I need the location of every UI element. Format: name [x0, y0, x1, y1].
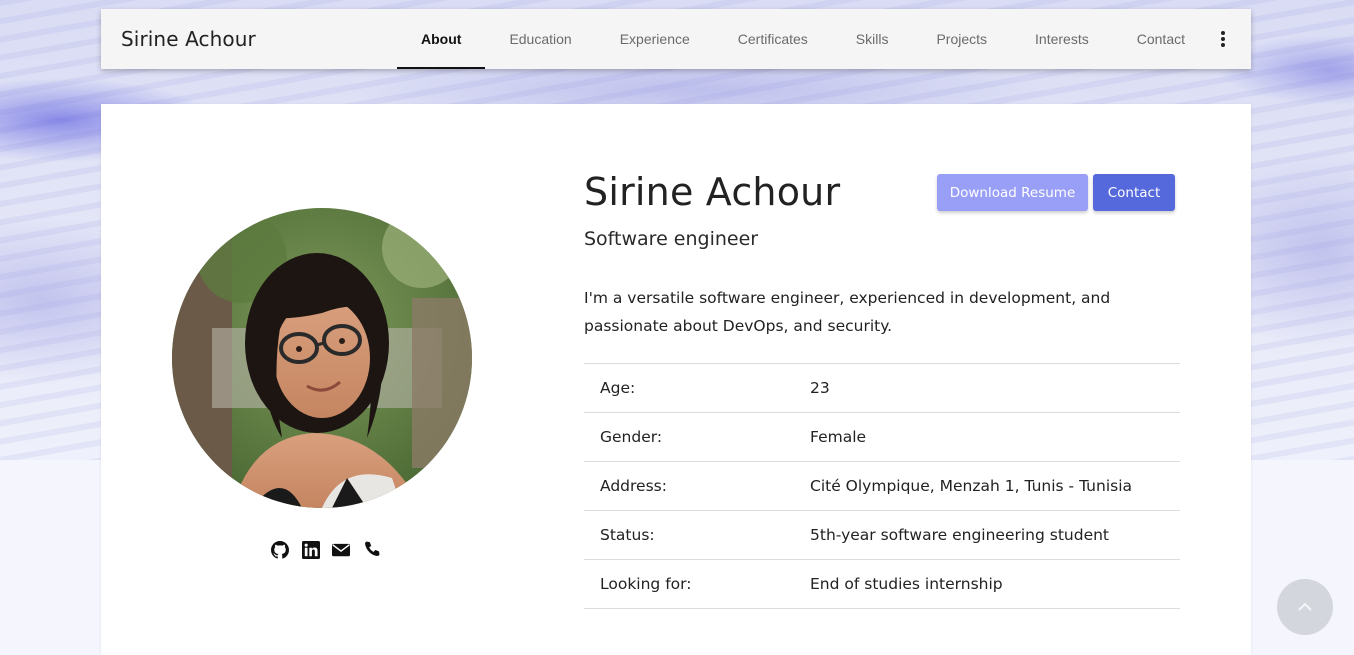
tab-skills[interactable]: Skills: [832, 9, 913, 69]
profile-bio: I'm a versatile software engineer, exper…: [584, 289, 1111, 335]
info-table: Age: 23 Gender: Female Address: Cité Oly…: [584, 363, 1180, 609]
profile-name: Sirine Achour: [584, 170, 841, 214]
info-label: Gender:: [600, 428, 663, 446]
tab-education[interactable]: Education: [485, 9, 595, 69]
info-label: Age:: [600, 379, 636, 397]
info-value: End of studies internship: [810, 575, 1003, 593]
more-vertical-icon[interactable]: [1215, 29, 1231, 49]
tab-about[interactable]: About: [397, 9, 486, 69]
info-row-status: Status: 5th-year software engineering st…: [584, 511, 1180, 560]
download-resume-button[interactable]: Download Resume: [937, 174, 1088, 211]
brand-name[interactable]: Sirine Achour: [121, 27, 256, 51]
about-card: Sirine Achour Software engineer Download…: [101, 104, 1251, 655]
profile-title: Software engineer: [584, 228, 759, 250]
info-label: Address:: [600, 477, 667, 495]
tab-contact[interactable]: Contact: [1113, 9, 1209, 69]
chevron-up-icon: [1298, 602, 1312, 611]
tab-interests[interactable]: Interests: [1011, 9, 1113, 69]
scroll-to-top-button[interactable]: [1277, 579, 1333, 635]
github-icon[interactable]: [271, 541, 289, 559]
info-value: Cité Olympique, Menzah 1, Tunis - Tunisi…: [810, 477, 1133, 495]
tab-projects[interactable]: Projects: [912, 9, 1011, 69]
linkedin-icon[interactable]: [301, 541, 320, 559]
info-value: 5th-year software engineering student: [810, 526, 1110, 544]
social-links: [271, 540, 381, 560]
contact-button[interactable]: Contact: [1093, 174, 1175, 211]
info-row-gender: Gender: Female: [584, 413, 1180, 462]
info-value: Female: [810, 428, 867, 446]
tab-experience[interactable]: Experience: [596, 9, 714, 69]
info-row-address: Address: Cité Olympique, Menzah 1, Tunis…: [584, 462, 1180, 511]
info-value: 23: [810, 379, 830, 397]
tab-certificates[interactable]: Certificates: [714, 9, 832, 69]
nav-tabs: About Education Experience Certificates …: [397, 9, 1209, 69]
info-label: Status:: [600, 526, 655, 544]
phone-icon[interactable]: [363, 541, 381, 559]
envelope-icon[interactable]: [332, 541, 351, 559]
info-row-age: Age: 23: [584, 364, 1180, 413]
top-navbar: Sirine Achour About Education Experience…: [101, 9, 1251, 69]
profile-photo: [172, 208, 472, 508]
info-label: Looking for:: [600, 575, 692, 593]
info-row-looking-for: Looking for: End of studies internship: [584, 560, 1180, 609]
